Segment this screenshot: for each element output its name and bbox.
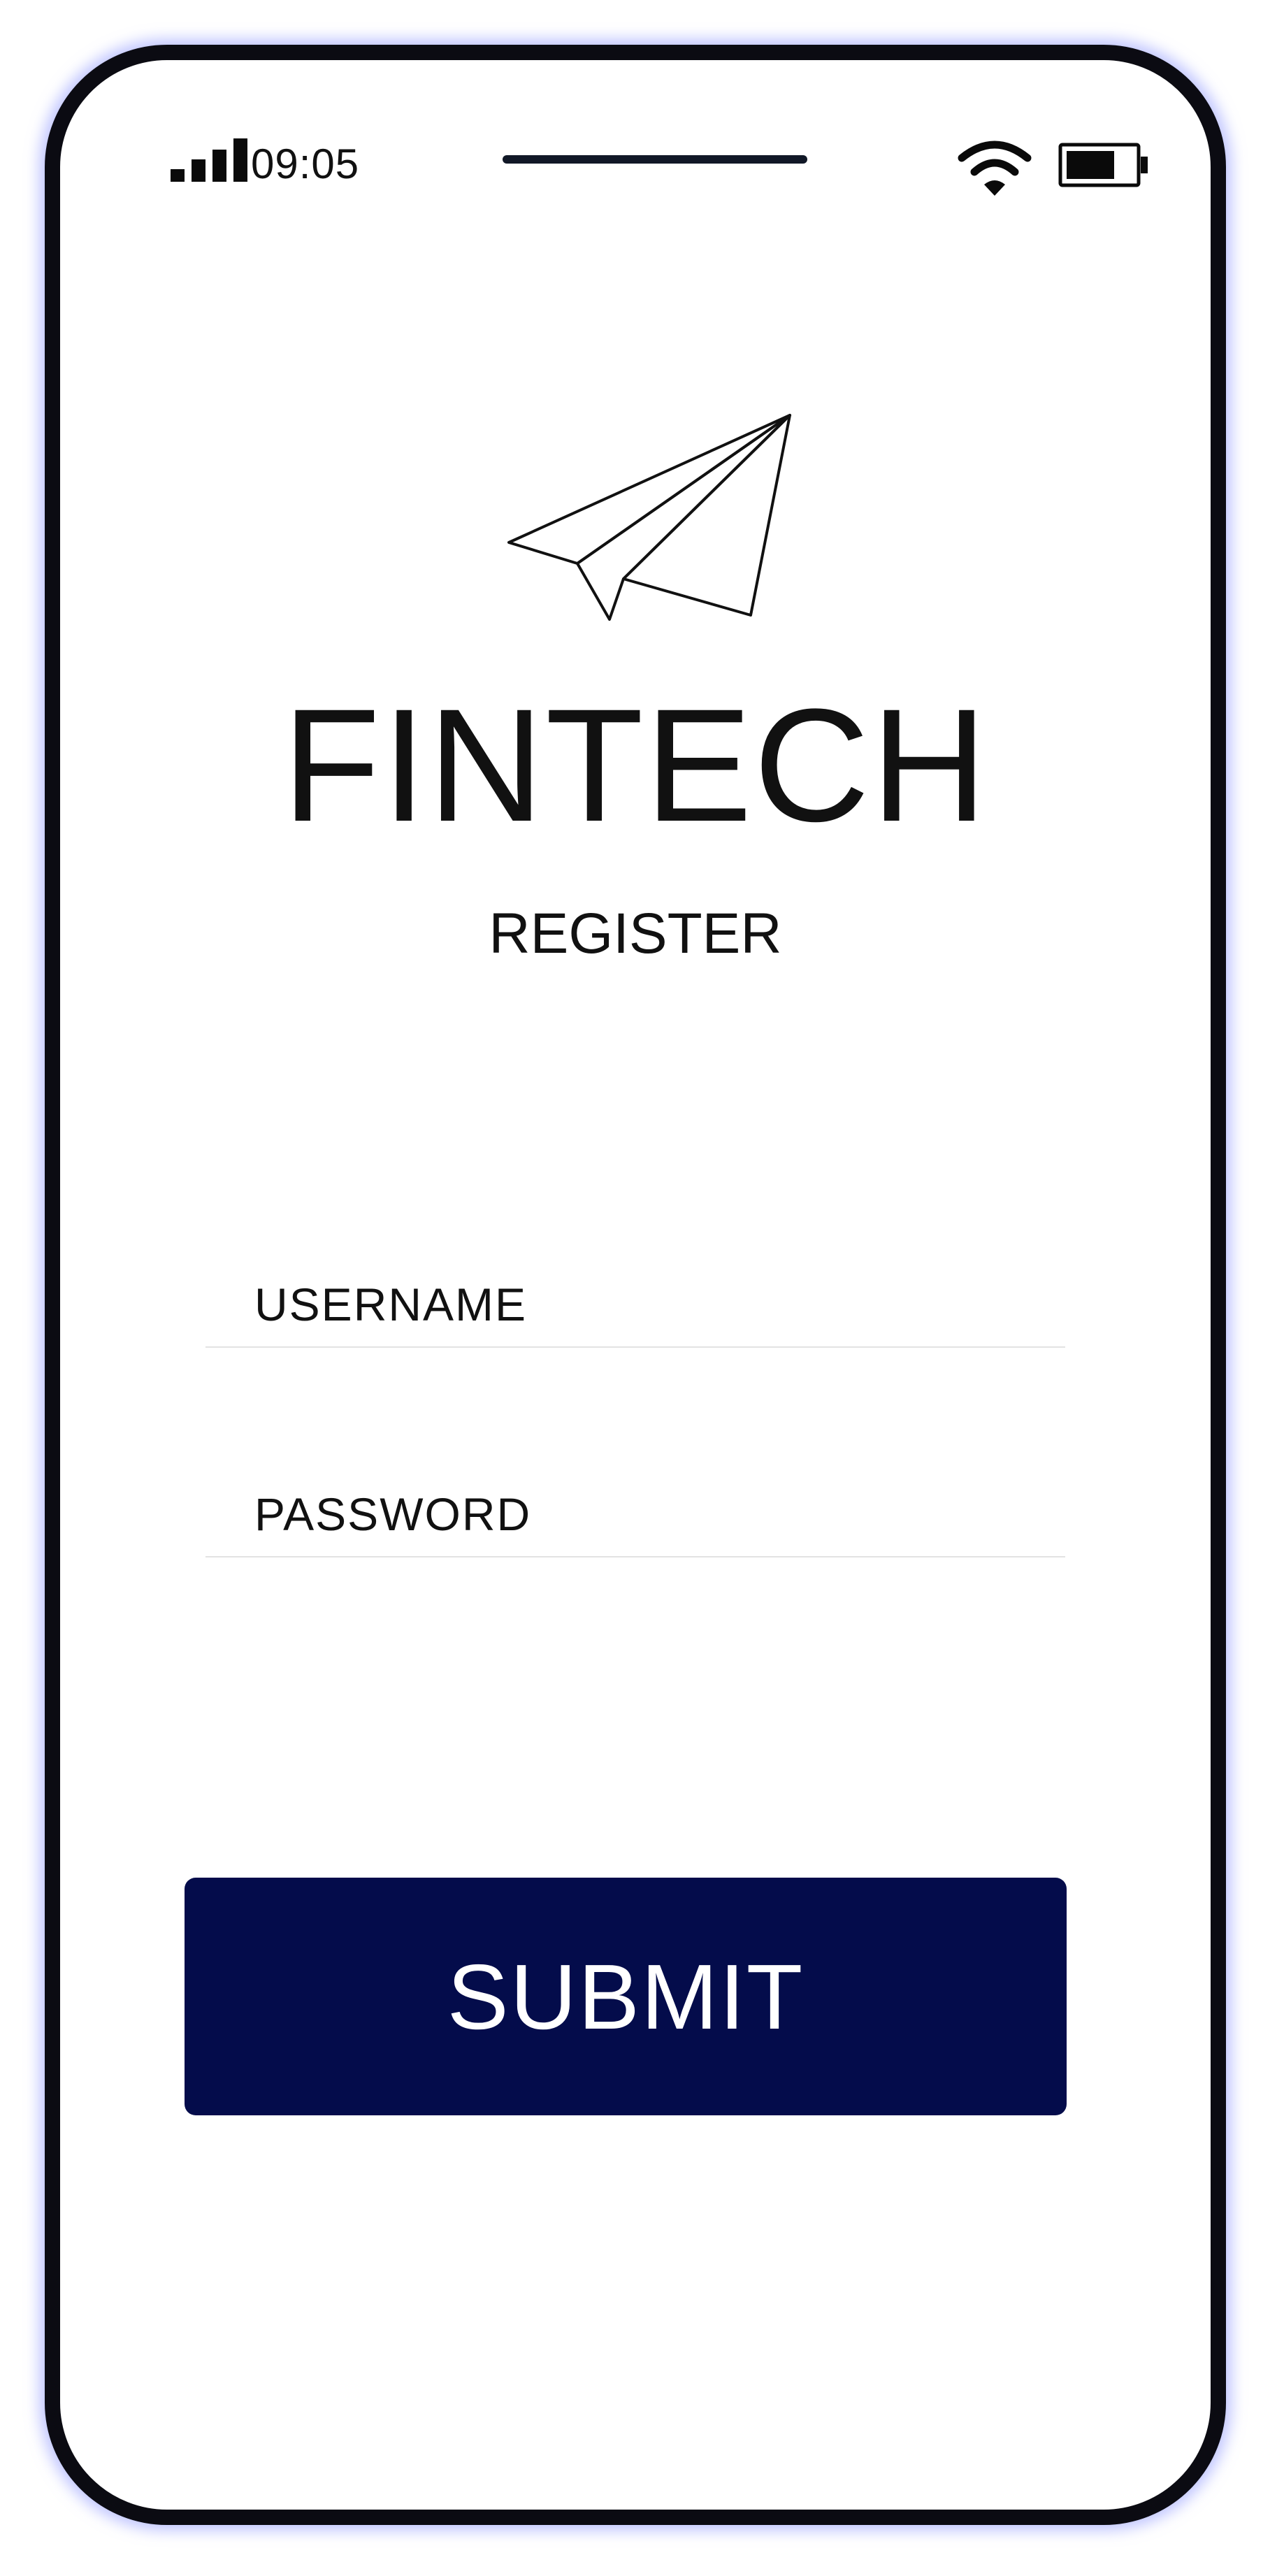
phone-frame: 09:05 FINTECH REGISTER SUBMIT (45, 45, 1226, 2525)
app-title: FINTECH (282, 675, 989, 855)
speaker-notch (503, 155, 807, 164)
battery-icon (1058, 143, 1148, 187)
username-input[interactable] (253, 1272, 1025, 1337)
status-bar: 09:05 (60, 60, 1211, 242)
password-field (205, 1472, 1065, 1557)
paper-plane-icon (507, 414, 791, 621)
signal-icon (171, 138, 247, 182)
wifi-icon (958, 141, 1032, 196)
status-time: 09:05 (251, 141, 360, 187)
submit-button[interactable]: SUBMIT (185, 1878, 1067, 2115)
username-field (205, 1262, 1065, 1348)
password-input[interactable] (253, 1482, 1025, 1546)
register-heading: REGISTER (489, 902, 782, 965)
battery-level-fill (1067, 151, 1114, 179)
